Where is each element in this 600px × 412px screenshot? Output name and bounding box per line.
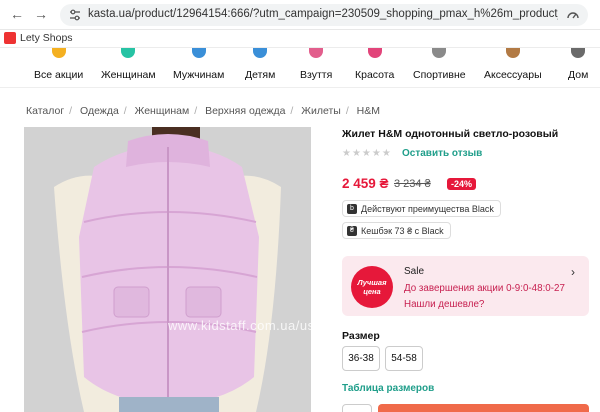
breadcrumb-clothing[interactable]: Одежда: [80, 105, 119, 117]
leave-review-link[interactable]: Оставить отзыв: [402, 148, 482, 159]
category-men[interactable]: Мужчинам: [173, 48, 224, 81]
sport-icon: [432, 48, 447, 58]
category-women[interactable]: Женщинам: [101, 48, 156, 81]
women-icon: [121, 48, 136, 58]
breadcrumb-separator: /: [194, 105, 198, 117]
accessories-icon: [505, 48, 520, 58]
size-label: Размер: [342, 330, 380, 342]
size-option-54-58[interactable]: 54-58: [385, 346, 423, 371]
rating-stars[interactable]: ★★★★★: [342, 148, 392, 159]
breadcrumb-separator: /: [290, 105, 294, 117]
address-bar[interactable]: kasta.ua/product/12964154:666/?utm_campa…: [60, 4, 588, 26]
browser-toolbar: ← → kasta.ua/product/12964154:666/?utm_c…: [0, 0, 600, 30]
kids-icon: [253, 48, 268, 58]
black-benefits-chip[interactable]: b Действуют преимущества Black: [342, 200, 501, 217]
men-icon: [191, 48, 206, 58]
found-cheaper-link[interactable]: Нашли дешевле?: [404, 299, 484, 310]
category-beauty[interactable]: Красота: [355, 48, 394, 81]
size-option-36-38[interactable]: 36-38: [342, 346, 380, 371]
current-price: 2 459 ₴: [342, 176, 389, 191]
breadcrumb-separator: /: [345, 105, 349, 117]
category-shoes[interactable]: Взуття: [300, 48, 332, 81]
back-arrow-icon[interactable]: ←: [10, 6, 24, 22]
chevron-right-icon[interactable]: ›: [571, 265, 575, 279]
old-price: 3 234 ₴: [394, 178, 431, 190]
vest-photo-illustration: [24, 127, 311, 412]
buy-button[interactable]: [378, 404, 589, 412]
shoes-icon: [309, 48, 324, 58]
promo-timer: До завершения акции 0-9:0-48:0-27: [404, 283, 565, 294]
category-kids[interactable]: Детям: [245, 48, 275, 81]
forward-arrow-icon[interactable]: →: [34, 6, 48, 22]
bookmarks-bar: Lety Shops: [0, 30, 600, 48]
deals-icon: [51, 48, 66, 58]
size-chart-link[interactable]: Таблица размеров: [342, 383, 434, 394]
black-benefits-label: Действуют преимущества Black: [361, 203, 494, 214]
breadcrumb-separator: /: [69, 105, 73, 117]
cashback-chip[interactable]: ₴ Кешбэк 73 ₴ с Black: [342, 222, 451, 239]
sale-label: Sale: [404, 266, 425, 277]
bookmark-label: Lety Shops: [20, 32, 73, 44]
breadcrumb-brand[interactable]: H&M: [357, 105, 380, 117]
breadcrumb: Каталог / Одежда / Женщинам / Верхняя одежд…: [26, 105, 380, 117]
quantity-stepper[interactable]: [342, 404, 372, 412]
category-sport[interactable]: Спортивне: [413, 48, 466, 81]
promo-banner[interactable]: Лучшая цена Sale До завершения акции 0-9…: [342, 256, 589, 316]
breadcrumb-women[interactable]: Женщинам: [135, 105, 190, 117]
cashback-label: Кешбэк 73 ₴ с Black: [361, 225, 444, 236]
lety-shops-favicon-icon: [4, 32, 16, 44]
breadcrumb-vests[interactable]: Жилеты: [301, 105, 341, 117]
black-badge-icon: b: [347, 203, 357, 214]
bookmark-lety-shops[interactable]: Lety Shops: [4, 32, 73, 44]
beauty-icon: [367, 48, 382, 58]
category-nav: Все акции Женщинам Мужчинам Детям Взуття…: [0, 48, 600, 88]
breadcrumb-outerwear[interactable]: Верхняя одежда: [205, 105, 285, 117]
url-text[interactable]: kasta.ua/product/12964154:666/?utm_campa…: [88, 8, 558, 20]
product-image[interactable]: [24, 127, 311, 412]
breadcrumb-separator: /: [123, 105, 127, 117]
category-accessories[interactable]: Аксессуары: [484, 48, 542, 81]
product-title: Жилет H&M однотонный светло-розовый: [342, 128, 559, 140]
best-price-badge: Лучшая цена: [351, 266, 393, 308]
category-all-deals[interactable]: Все акции: [34, 48, 83, 81]
discount-badge: -24%: [447, 178, 477, 190]
breadcrumb-catalog[interactable]: Каталог: [26, 105, 64, 117]
category-home[interactable]: Дом: [568, 48, 588, 81]
performance-icon[interactable]: [566, 8, 580, 22]
site-settings-icon[interactable]: [68, 8, 82, 22]
cashback-icon: ₴: [347, 225, 357, 236]
home-icon: [571, 48, 586, 58]
